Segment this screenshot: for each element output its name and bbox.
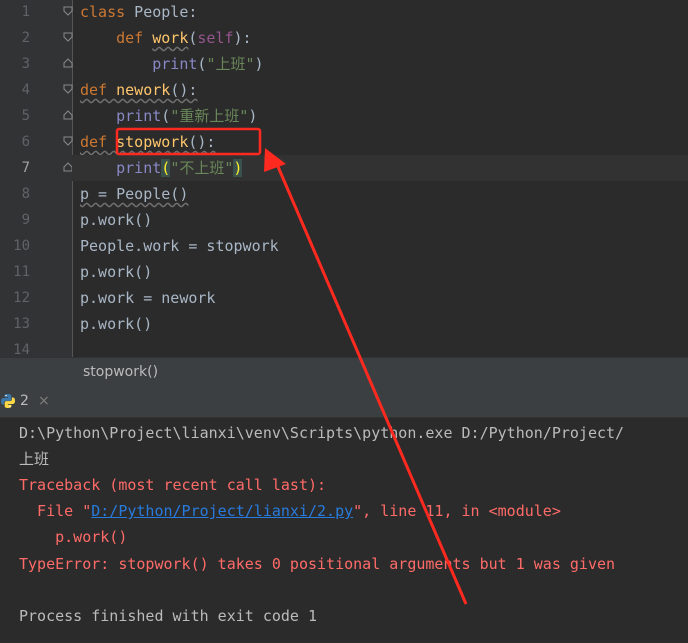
fold-icon[interactable] bbox=[63, 32, 73, 42]
traceback-code: p.work() bbox=[19, 528, 128, 546]
line-number: 13 bbox=[13, 316, 30, 332]
run-tab-label: 2 bbox=[20, 393, 29, 409]
error-message: TypeError: stopwork() takes 0 positional… bbox=[19, 555, 616, 573]
line-number: 3 bbox=[21, 56, 30, 72]
line-number: 12 bbox=[13, 290, 30, 306]
console-command-line: D:\Python\Project\lianxi\venv\Scripts\py… bbox=[19, 424, 625, 442]
line-number: 9 bbox=[21, 212, 30, 228]
code-line-current: print("不上班") bbox=[72, 155, 688, 181]
line-number: 10 bbox=[13, 238, 30, 254]
python-icon bbox=[1, 394, 15, 408]
code-line: p.work() bbox=[80, 211, 153, 229]
code-line: print("重新上班") bbox=[116, 107, 258, 125]
line-number: 6 bbox=[21, 134, 30, 150]
line-number-gutter[interactable]: 1 2 3 4 5 6 7 8 9 10 11 12 13 14 bbox=[0, 0, 73, 357]
line-number: 1 bbox=[21, 4, 30, 20]
line-number: 14 bbox=[13, 342, 30, 357]
code-line: p = People() bbox=[80, 185, 189, 203]
fold-end-icon[interactable] bbox=[63, 110, 73, 120]
line-number-current: 7 bbox=[21, 160, 30, 176]
traceback-header: Traceback (most recent call last): bbox=[19, 476, 327, 494]
code-line: def work(self): bbox=[116, 29, 252, 47]
fold-icon[interactable] bbox=[63, 6, 73, 16]
run-console[interactable]: D:\Python\Project\lianxi\venv\Scripts\py… bbox=[0, 418, 688, 643]
run-tool-window-header: 2 × bbox=[0, 385, 688, 418]
close-icon[interactable]: × bbox=[38, 385, 50, 417]
line-number: 2 bbox=[21, 30, 30, 46]
code-line: def nework(): bbox=[80, 81, 198, 99]
code-line: p.work() bbox=[80, 263, 153, 281]
line-number: 5 bbox=[21, 108, 30, 124]
code-line: p.work() bbox=[80, 315, 153, 333]
console-output: 上班 bbox=[19, 450, 50, 468]
line-number: 4 bbox=[21, 82, 30, 98]
code-line: class People: bbox=[80, 3, 198, 21]
run-tab[interactable]: 2 × bbox=[0, 385, 50, 417]
fold-icon[interactable] bbox=[63, 84, 73, 94]
code-line: def stopwork(): bbox=[80, 133, 216, 151]
code-line: People.work = stopwork bbox=[80, 237, 279, 255]
fold-end-icon[interactable] bbox=[63, 58, 73, 68]
code-line: p.work = nework bbox=[80, 289, 216, 307]
traceback-file-line: File "D:/Python/Project/lianxi/2.py", li… bbox=[19, 502, 561, 520]
fold-icon[interactable] bbox=[63, 136, 73, 146]
breadcrumb[interactable]: stopwork() bbox=[0, 357, 688, 386]
line-number: 8 bbox=[21, 186, 30, 202]
traceback-file-link[interactable]: D:/Python/Project/lianxi/2.py bbox=[91, 502, 353, 520]
process-finished-message: Process finished with exit code 1 bbox=[19, 607, 318, 625]
code-editor[interactable]: 1 2 3 4 5 6 7 8 9 10 11 12 13 14 class P… bbox=[0, 0, 688, 357]
breadcrumb-item[interactable]: stopwork() bbox=[83, 358, 158, 386]
code-line: print("上班") bbox=[152, 55, 264, 73]
line-number: 11 bbox=[13, 264, 30, 280]
